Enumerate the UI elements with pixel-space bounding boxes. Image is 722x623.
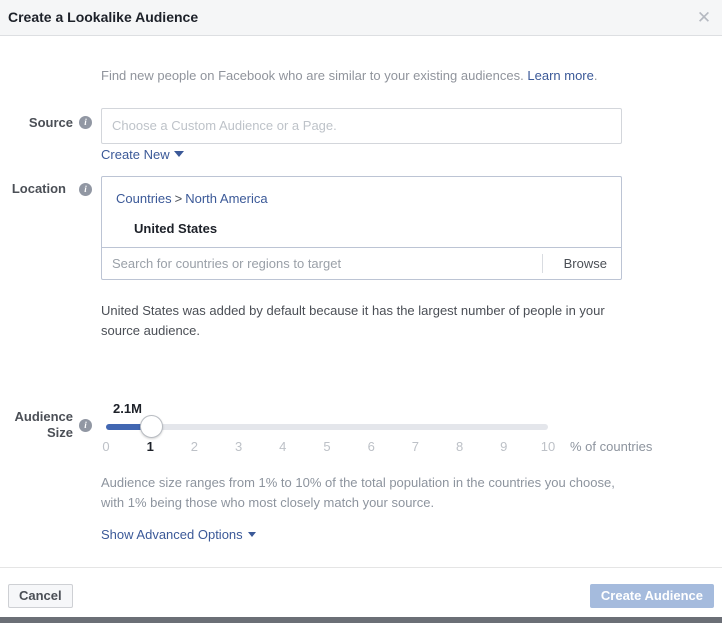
slider-tick-1[interactable]: 1 xyxy=(147,439,154,454)
slider-tick-8[interactable]: 8 xyxy=(456,439,463,454)
slider-tick-5[interactable]: 5 xyxy=(323,439,330,454)
dialog-body: Find new people on Facebook who are simi… xyxy=(0,37,722,566)
slider-tick-7[interactable]: 7 xyxy=(412,439,419,454)
slider-handle[interactable] xyxy=(140,415,164,438)
audience-size-label-line2: Size xyxy=(46,425,73,440)
breadcrumb-current[interactable]: North America xyxy=(185,191,267,206)
source-info-icon[interactable]: i xyxy=(79,116,92,129)
slider-tick-4[interactable]: 4 xyxy=(279,439,286,454)
chevron-down-icon xyxy=(247,532,256,537)
audience-size-value-badge: 2.1M xyxy=(113,401,142,416)
dialog-header: Create a Lookalike Audience ✕ xyxy=(0,0,722,36)
browse-button[interactable]: Browse xyxy=(564,248,607,279)
slider-tick-9[interactable]: 9 xyxy=(500,439,507,454)
location-search-input[interactable]: Search for countries or regions to targe… xyxy=(112,248,341,279)
intro-sentence: Find new people on Facebook who are simi… xyxy=(101,68,524,83)
slider-tick-3[interactable]: 3 xyxy=(235,439,242,454)
create-lookalike-audience-dialog: Create a Lookalike Audience ✕ Find new p… xyxy=(0,0,722,623)
dialog-title: Create a Lookalike Audience xyxy=(8,9,199,25)
browse-divider xyxy=(542,254,543,273)
slider-tick-labels: 0 1 2 3 4 5 6 7 8 9 10 xyxy=(102,439,555,457)
selected-country[interactable]: United States xyxy=(134,221,217,236)
create-audience-button[interactable]: Create Audience xyxy=(589,584,714,608)
learn-more-link[interactable]: Learn more xyxy=(527,68,593,83)
location-label: Location xyxy=(11,181,66,196)
create-new-dropdown[interactable]: Create New xyxy=(101,147,184,162)
location-note: United States was added by default becau… xyxy=(101,303,605,338)
breadcrumb: Countries > North America xyxy=(116,191,268,206)
intro-text: Find new people on Facebook who are simi… xyxy=(101,68,597,83)
source-label: Source xyxy=(28,115,73,130)
audience-size-slider[interactable] xyxy=(106,415,548,438)
show-advanced-options-toggle[interactable]: Show Advanced Options xyxy=(101,527,256,542)
slider-tick-2[interactable]: 2 xyxy=(191,439,198,454)
chevron-down-icon xyxy=(173,151,184,157)
audience-size-info-icon[interactable]: i xyxy=(79,419,92,432)
dialog-footer: Cancel Create Audience xyxy=(0,567,722,617)
location-selection-box: Countries > North America United States xyxy=(101,176,622,247)
source-input[interactable]: Choose a Custom Audience or a Page. xyxy=(101,108,622,144)
close-icon[interactable]: ✕ xyxy=(694,8,714,28)
location-search-row: Search for countries or regions to targe… xyxy=(101,247,622,280)
slider-tick-6[interactable]: 6 xyxy=(368,439,375,454)
slider-tick-0[interactable]: 0 xyxy=(102,439,109,454)
slider-unit-label: % of countries xyxy=(570,439,653,454)
intro-period: . xyxy=(593,68,598,83)
audience-size-label-line1: Audience xyxy=(14,409,73,424)
breadcrumb-root[interactable]: Countries xyxy=(116,191,172,206)
create-new-label: Create New xyxy=(101,147,170,162)
show-advanced-options-label: Show Advanced Options xyxy=(101,527,243,542)
location-info-icon[interactable]: i xyxy=(79,183,92,196)
slider-tick-10[interactable]: 10 xyxy=(541,439,555,454)
breadcrumb-separator: > xyxy=(174,191,183,206)
bottom-bar xyxy=(0,617,722,623)
cancel-button[interactable]: Cancel xyxy=(8,584,73,608)
audience-size-note: Audience size ranges from 1% to 10% of t… xyxy=(101,475,615,510)
